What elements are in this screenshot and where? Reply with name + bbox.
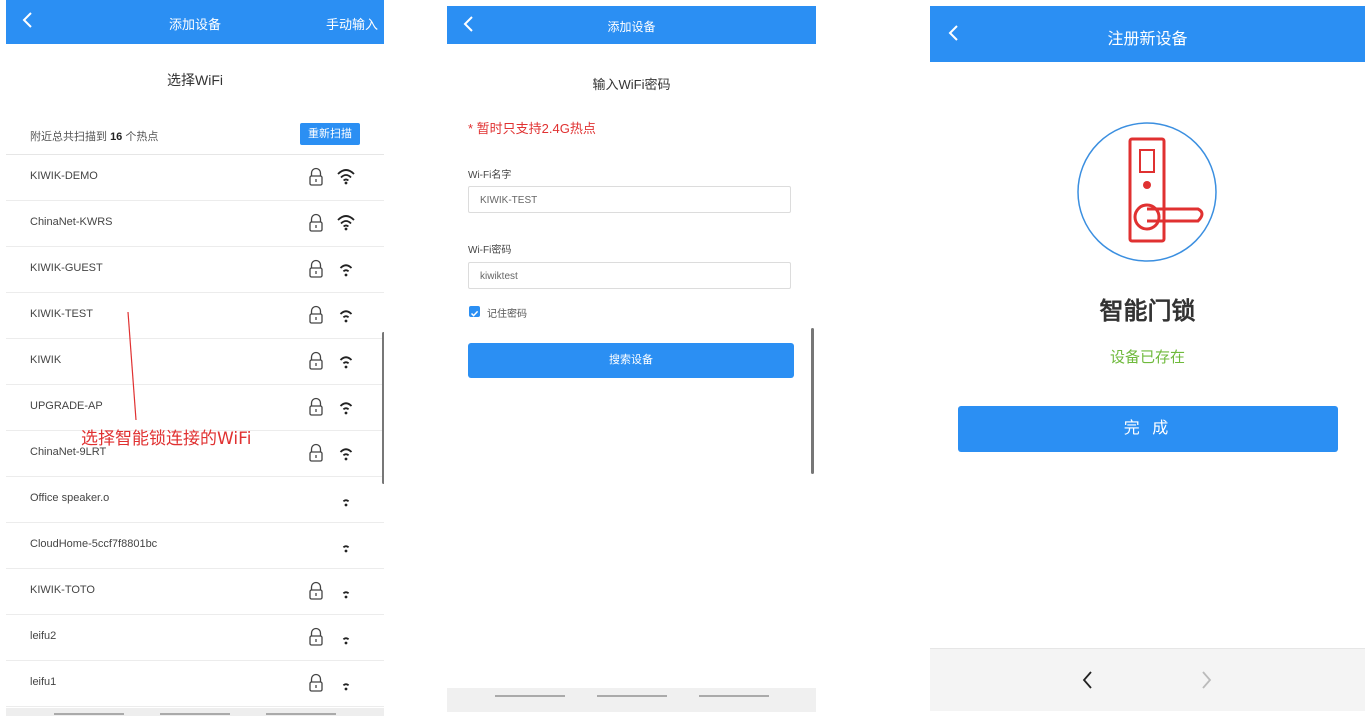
- scan-count: 16: [110, 131, 123, 143]
- wifi-list-item[interactable]: KIWIK-DEMO: [6, 155, 384, 201]
- header-bar: 注册新设备: [930, 6, 1365, 62]
- lock-icon: [308, 167, 324, 192]
- wifi-signal-icon: [336, 167, 356, 192]
- wifi-ssid: UPGRADE-AP: [30, 400, 103, 412]
- wifi-ssid: KIWIK-GUEST: [30, 262, 103, 274]
- lock-icon: [308, 581, 324, 606]
- register-device-screen: 注册新设备 智能门锁 设备已存在 完 成: [930, 6, 1365, 716]
- wifi-ssid: KIWIK-DEMO: [30, 170, 98, 182]
- wifi-signal-icon: [336, 443, 356, 468]
- wifi-signal-icon: [336, 673, 356, 698]
- select-wifi-screen: 添加设备 手动输入 选择WiFi 附近总共扫描到 16 个热点 重新扫描 KIW…: [6, 0, 384, 716]
- scan-suffix: 个热点: [125, 131, 159, 143]
- wifi-signal-icon: [336, 351, 356, 376]
- wifi-password-label: Wi-Fi密码: [468, 245, 512, 256]
- scan-text: 附近总共扫描到 16 个热点: [30, 128, 158, 144]
- band-support-tip: * 暂时只支持2.4G热点: [468, 121, 596, 136]
- lock-icon: [308, 305, 324, 330]
- wifi-signal-icon: [336, 489, 356, 514]
- smart-lock-icon: [1077, 122, 1217, 262]
- wifi-password-field[interactable]: kiwiktest: [468, 262, 791, 289]
- scrollbar[interactable]: [382, 332, 384, 484]
- scrollbar[interactable]: [811, 328, 814, 474]
- wifi-list-item[interactable]: leifu1: [6, 661, 384, 707]
- device-status: 设备已存在: [1109, 349, 1185, 366]
- done-button[interactable]: 完 成: [958, 406, 1338, 452]
- lock-icon: [308, 397, 324, 422]
- header-bar: 添加设备: [447, 6, 816, 44]
- wifi-signal-icon: [336, 627, 356, 652]
- wifi-signal-icon: [336, 581, 356, 606]
- wifi-signal-icon: [336, 259, 356, 284]
- check-icon: [470, 310, 479, 317]
- bottom-tab-bar: [447, 688, 816, 712]
- manual-input-button[interactable]: 手动输入: [326, 14, 378, 33]
- wifi-ssid: CloudHome-5ccf7f8801bc: [30, 538, 158, 550]
- wifi-ssid: KIWIK-TEST: [30, 308, 93, 320]
- wifi-ssid: KIWIK-TOTO: [30, 584, 95, 596]
- device-name: 智能门锁: [1099, 298, 1196, 325]
- header-title: 添加设备: [607, 20, 656, 34]
- wifi-ssid: ChinaNet-KWRS: [30, 216, 113, 228]
- wifi-list-item[interactable]: leifu2: [6, 615, 384, 661]
- scan-summary: 附近总共扫描到 16 个热点 重新扫描: [6, 118, 384, 155]
- lock-icon: [308, 443, 324, 468]
- wifi-ssid: KIWIK: [30, 354, 62, 366]
- wifi-list-item[interactable]: Office speaker.o: [6, 477, 384, 523]
- wifi-signal-icon: [336, 305, 356, 330]
- page-subtitle: 选择WiFi: [167, 72, 223, 88]
- wifi-signal-icon: [336, 397, 356, 422]
- scan-prefix: 附近总共扫描到: [30, 131, 107, 143]
- lock-icon: [308, 351, 324, 376]
- wifi-list-item[interactable]: ChinaNet-KWRS: [6, 201, 384, 247]
- wifi-ssid: leifu2: [30, 630, 57, 642]
- wifi-list-item[interactable]: KIWIK-TOTO: [6, 569, 384, 615]
- wifi-list-item[interactable]: KIWIK-GUEST: [6, 247, 384, 293]
- bottom-tab-bar: [6, 708, 384, 716]
- tab-indicator[interactable]: [495, 695, 565, 697]
- tab-indicator[interactable]: [266, 713, 336, 715]
- search-device-button[interactable]: 搜索设备: [468, 343, 794, 378]
- wifi-password-screen: 添加设备 输入WiFi密码 * 暂时只支持2.4G热点 Wi-Fi名字 KIWI…: [447, 6, 816, 716]
- tab-indicator[interactable]: [699, 695, 769, 697]
- annotation-label: 选择智能锁连接的WiFi: [81, 429, 252, 449]
- lock-icon: [308, 627, 324, 652]
- wifi-signal-icon: [336, 535, 356, 560]
- chevron-right-icon[interactable]: [1198, 669, 1214, 691]
- header-bar: 添加设备 手动输入: [6, 0, 384, 44]
- lock-icon: [308, 213, 324, 238]
- page-subtitle: 输入WiFi密码: [592, 77, 671, 92]
- wifi-list-item[interactable]: CloudHome-5ccf7f8801bc: [6, 523, 384, 569]
- tab-indicator[interactable]: [160, 713, 230, 715]
- tab-indicator[interactable]: [597, 695, 667, 697]
- wifi-name-label: Wi-Fi名字: [468, 170, 512, 181]
- lock-icon: [308, 673, 324, 698]
- rescan-button[interactable]: 重新扫描: [300, 123, 360, 145]
- wifi-name-field[interactable]: KIWIK-TEST: [468, 186, 791, 213]
- tab-indicator[interactable]: [54, 713, 124, 715]
- wifi-ssid: Office speaker.o: [30, 492, 110, 504]
- chevron-left-icon[interactable]: [1080, 669, 1096, 691]
- remember-password-label: 记住密码: [487, 309, 527, 320]
- wifi-list-item[interactable]: KIWIK-TEST: [6, 293, 384, 339]
- lock-icon: [308, 259, 324, 284]
- remember-password-checkbox[interactable]: [469, 306, 480, 317]
- wifi-ssid: leifu1: [30, 676, 57, 688]
- wifi-signal-icon: [336, 213, 356, 238]
- header-title: 注册新设备: [1107, 31, 1188, 48]
- wifi-list-item[interactable]: KIWIK: [6, 339, 384, 385]
- browser-nav-bar: [930, 648, 1365, 711]
